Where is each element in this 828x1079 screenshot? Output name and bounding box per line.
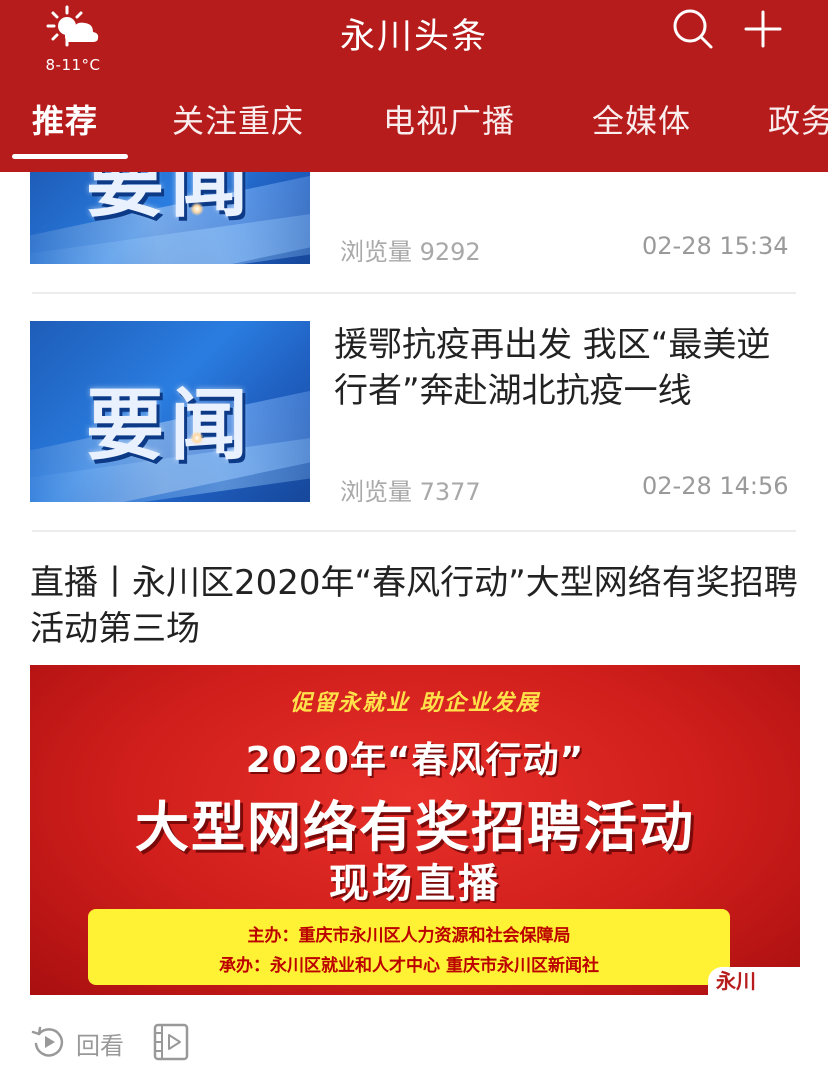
view-count: 浏览量 7377: [340, 478, 481, 506]
replay-label[interactable]: 回看: [76, 1026, 124, 1061]
tab-government[interactable]: 政务: [768, 96, 828, 142]
banner-slogan: 促留永就业 助企业发展: [290, 690, 540, 716]
view-count: 浏览量 9292: [340, 238, 481, 266]
active-tab-indicator: [12, 154, 128, 159]
plus-icon[interactable]: [740, 6, 786, 52]
thumbnail-caption: 要闻: [85, 381, 254, 471]
watermark-logo: 永川: [708, 967, 800, 995]
divider: [32, 292, 796, 294]
app-header: 8-11°C 永川头条 推荐 关注重庆 电视广播 全媒体 政务: [0, 0, 828, 172]
banner-headline-year: 2020年“春风行动”: [245, 740, 585, 781]
tab-follow-chongqing[interactable]: 关注重庆: [172, 96, 304, 142]
tab-tv-radio[interactable]: 电视广播: [383, 96, 515, 142]
organizer-text: 主办：重庆市永川区人力资源和社会保障局: [247, 926, 571, 946]
divider: [32, 530, 796, 532]
tab-recommended[interactable]: 推荐: [32, 96, 98, 142]
replay-icon[interactable]: [30, 1024, 66, 1060]
channel-tabs: 推荐 关注重庆 电视广播 全媒体 政务: [0, 96, 828, 156]
live-actions: 回看: [30, 1020, 430, 1064]
co-organizer-text: 承办：永川区就业和人才中心 重庆市永川区新闻社: [219, 956, 599, 976]
sponsor-box: 主办：重庆市永川区人力资源和社会保障局 承办：永川区就业和人才中心 重庆市永川区…: [88, 909, 730, 985]
search-icon[interactable]: [670, 6, 716, 52]
tab-all-media[interactable]: 全媒体: [592, 96, 691, 142]
publish-time: 02-28 14:56: [642, 472, 789, 500]
article-thumbnail[interactable]: 要闻: [30, 172, 310, 264]
live-stream-title[interactable]: 直播丨永川区2020年“春风行动”大型网络有奖招聘活动第三场: [30, 560, 800, 652]
live-stream-banner[interactable]: 促留永就业 助企业发展 2020年“春风行动” 大型网络有奖招聘活动 现场直播 …: [30, 665, 800, 995]
article-title[interactable]: 援鄂抗疫再出发 我区“最美逆行者”奔赴湖北抗疫一线: [334, 322, 794, 414]
publish-time: 02-28 15:34: [642, 232, 789, 260]
banner-subheadline: 现场直播: [329, 861, 501, 907]
article-thumbnail[interactable]: 要闻: [30, 321, 310, 502]
video-list-icon[interactable]: [152, 1022, 190, 1062]
thumbnail-caption: 要闻: [85, 172, 254, 228]
